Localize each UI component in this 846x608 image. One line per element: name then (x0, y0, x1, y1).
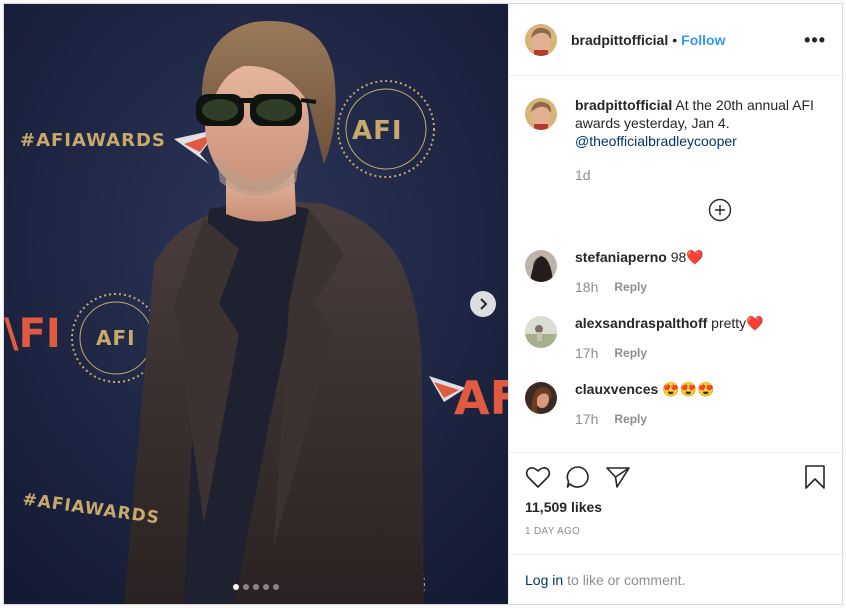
comment-item: clauxvences 😍😍😍 17h Reply (525, 380, 826, 428)
reply-button[interactable]: Reply (614, 410, 647, 428)
post-date: 1 DAY AGO (525, 526, 581, 537)
commenter-username[interactable]: alexsandraspalthoff (575, 315, 707, 331)
comment-emoji: ❤️ (686, 249, 704, 265)
login-prompt: Log in to like or comment. (509, 554, 842, 604)
author-username[interactable]: bradpittofficial (571, 32, 668, 48)
comment-emoji: ❤️ (746, 315, 764, 331)
comment-text: 98 (670, 249, 687, 265)
comments-list: bradpittofficial At the 20th annual AFI … (509, 76, 842, 452)
reply-button[interactable]: Reply (614, 278, 647, 296)
wall-hashtag-top: #AFIAWARDS (20, 130, 166, 151)
login-prompt-text: to like or comment. (567, 571, 686, 588)
author-avatar[interactable] (525, 98, 557, 130)
follow-button[interactable]: Follow (681, 32, 725, 48)
more-options-icon[interactable]: ••• (804, 31, 826, 49)
caption-username[interactable]: bradpittofficial (575, 97, 672, 113)
reply-button[interactable]: Reply (614, 344, 647, 362)
post-header: bradpittofficial • Follow ••• (509, 4, 842, 76)
carousel-dot (233, 584, 239, 590)
svg-text:\FI: \FI (4, 311, 61, 357)
dot-separator: • (672, 31, 678, 48)
comment-item: alexsandraspalthoff pretty❤️ 17h Reply (525, 314, 826, 362)
caption-mention-link[interactable]: @theofficialbradleycooper (575, 133, 737, 149)
commenter-username[interactable]: stefaniaperno (575, 249, 667, 265)
carousel-dot (263, 584, 269, 590)
carousel-dot (253, 584, 259, 590)
comment-time: 17h (575, 345, 599, 361)
heart-outline-icon[interactable] (525, 465, 551, 489)
post-photo[interactable]: AF \FI #AFIAWARDS #AFIAWARDS AFI AFI (4, 4, 508, 604)
chevron-right-icon (480, 298, 488, 310)
next-photo-button[interactable] (470, 291, 496, 317)
commenter-avatar[interactable] (525, 382, 557, 414)
login-link[interactable]: Log in (525, 572, 563, 588)
carousel-dot (273, 584, 279, 590)
comment-emoji: 😍😍😍 (662, 381, 715, 397)
post-actions: 11,509 likes 1 DAY AGO (509, 452, 842, 554)
likes-count[interactable]: 11,509 likes (525, 499, 826, 515)
load-more-comments (525, 198, 826, 222)
commenter-avatar[interactable] (525, 250, 557, 282)
author-avatar[interactable] (525, 23, 557, 56)
commenter-avatar[interactable] (525, 316, 557, 348)
afi-logo-bottom: AFI (96, 326, 136, 350)
comment-time: 18h (575, 279, 599, 295)
comment-text: pretty (711, 315, 747, 331)
paper-plane-icon[interactable] (605, 465, 631, 489)
commenter-username[interactable]: clauxvences (575, 381, 658, 397)
action-icons (525, 463, 826, 491)
plus-circle-icon[interactable] (708, 198, 732, 222)
afi-logo-top: AFI (352, 116, 403, 146)
instagram-post: AF \FI #AFIAWARDS #AFIAWARDS AFI AFI bra… (3, 3, 843, 605)
carousel-dot (243, 584, 249, 590)
bookmark-icon[interactable] (804, 464, 826, 490)
comment-time: 17h (575, 411, 599, 427)
caption-time: 1d (575, 167, 591, 183)
comment-item: stefaniaperno 98❤️ 18h Reply (525, 248, 826, 296)
sunglasses (196, 94, 317, 126)
post-side-panel: bradpittofficial • Follow ••• bradpittof… (508, 4, 842, 604)
carousel-indicator (4, 584, 508, 590)
caption: bradpittofficial At the 20th annual AFI … (525, 96, 826, 184)
svg-text:AF: AF (454, 371, 508, 425)
speech-bubble-icon[interactable] (565, 465, 591, 489)
